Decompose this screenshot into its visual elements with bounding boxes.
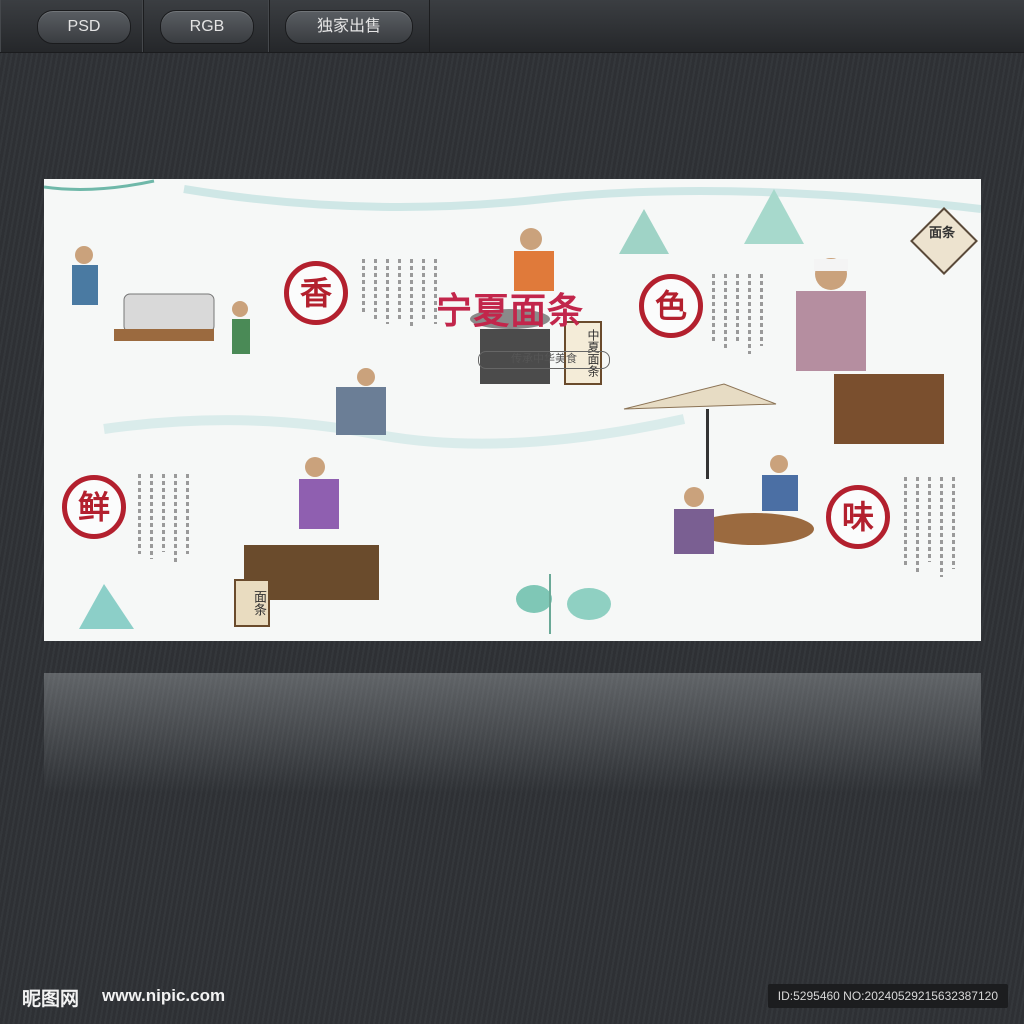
seal-color: 色	[639, 274, 703, 338]
site-url[interactable]: www.nipic.com	[102, 986, 225, 1006]
hanging-sign: 面条	[928, 225, 955, 240]
text-column	[736, 274, 739, 342]
text-column	[362, 259, 365, 314]
lotus-decoration	[516, 574, 611, 634]
text-column	[422, 259, 425, 319]
text-column	[916, 477, 919, 572]
server-figure	[336, 368, 386, 435]
text-column	[162, 474, 165, 552]
tag-cell-rgb: RGB	[142, 0, 270, 52]
text-column	[724, 274, 727, 349]
seal-taste: 味	[826, 485, 890, 549]
image-id-label: ID:5295460 NO:20240529215632387120	[767, 984, 1008, 1008]
text-column	[952, 477, 955, 569]
poster-artwork	[44, 179, 981, 634]
waiter-figure	[232, 301, 250, 354]
mountain-icon	[619, 209, 669, 254]
text-column	[760, 274, 763, 346]
text-column	[174, 474, 177, 562]
text-column	[410, 259, 413, 329]
seal-fresh: 鲜	[62, 475, 126, 539]
text-column	[138, 474, 141, 554]
text-column	[386, 259, 389, 324]
bench-sign: 面条	[234, 579, 270, 627]
text-column	[186, 474, 189, 554]
tag-cell-psd: PSD	[0, 0, 144, 52]
text-column	[150, 474, 153, 559]
exclusive-sale-tag[interactable]: 独家出售	[285, 10, 413, 44]
poster-subtitle: 传承中华美食	[478, 351, 610, 369]
text-column	[940, 477, 943, 577]
seal-fragrance: 香	[284, 261, 348, 325]
noodle-maker-figure-1	[72, 246, 215, 341]
poster-preview[interactable]: 香 色 鲜 味 中夏面条 面条 面条 宁夏面条 传承中华美食	[44, 179, 981, 641]
rgb-tag[interactable]: RGB	[160, 10, 254, 44]
text-column	[748, 274, 751, 354]
poster-reflection	[44, 673, 981, 793]
text-column	[374, 259, 377, 319]
text-column	[928, 477, 931, 562]
text-column	[904, 477, 907, 567]
chef-figure-right	[796, 258, 944, 444]
text-column	[712, 274, 715, 344]
psd-tag[interactable]: PSD	[37, 10, 131, 44]
tag-cell-exclusive: 独家出售	[268, 0, 430, 52]
poster-title: 宁夏面条	[436, 291, 585, 332]
top-toolbar: PSD RGB 独家出售	[0, 0, 1024, 53]
site-logo: 昵图网	[22, 988, 80, 1010]
text-column	[398, 259, 401, 319]
